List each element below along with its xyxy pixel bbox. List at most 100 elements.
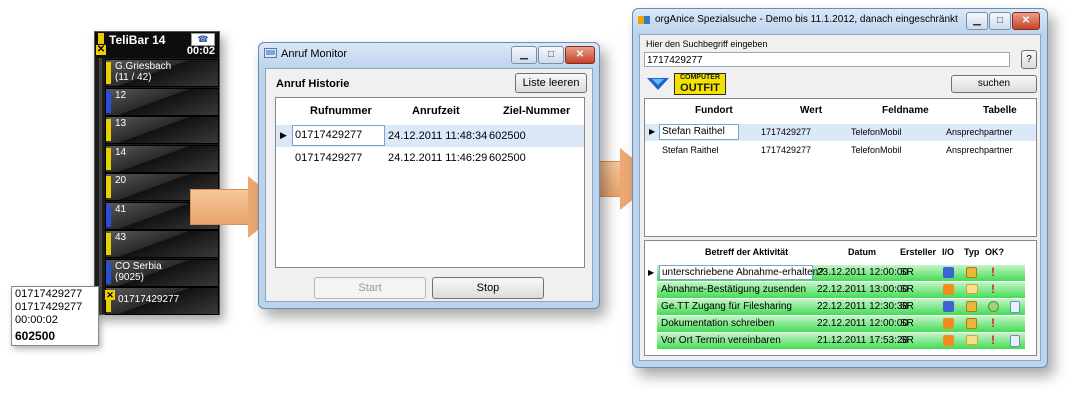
line-label: 12: [115, 89, 127, 101]
maximize-button[interactable]: □: [538, 46, 564, 64]
caller-info-popup: 01717429277 01717429277 00:00:02 602500: [11, 286, 99, 346]
close-button[interactable]: ✕: [1012, 12, 1040, 30]
window-title: Anruf Monitor: [281, 48, 348, 60]
stop-button[interactable]: Stop: [432, 277, 544, 299]
table-row[interactable]: ▶ Stefan Raithel 1717429277 TelefonMobil…: [645, 124, 1036, 141]
telibar-line-8[interactable]: 01717429277 ✕: [105, 287, 219, 315]
window-titlebar: orgAnice Spezialsuche - Demo bis 11.1.20…: [633, 9, 1047, 33]
datum-cell: 23.12.2011 12:00:00: [817, 267, 909, 278]
column-header[interactable]: Betreff der Aktivität: [705, 247, 788, 257]
column-header[interactable]: Feldname: [882, 105, 929, 116]
datum-cell: 22.12.2011 13:00:00: [817, 284, 909, 295]
betreff-cell: Dokumentation schreiben: [661, 318, 775, 329]
mail-type-icon: [966, 284, 978, 294]
logo-triangle-icon: [647, 78, 669, 90]
line-status-indicator: [106, 62, 111, 84]
ersteller-cell: SR: [900, 284, 914, 295]
column-header[interactable]: I/O: [942, 247, 954, 257]
table-row[interactable]: ▶ unterschriebene Abnahme-erhalten? 23.12.…: [648, 265, 1025, 282]
telibar-line-0[interactable]: G.Griesbach (11 / 42): [105, 59, 219, 87]
table-row[interactable]: 01717429277 24.12.2011 11:46:29 602500: [276, 147, 584, 169]
search-results-grid: Fundort Wert Feldname Tabelle ▶ Stefan R…: [644, 98, 1037, 237]
column-header[interactable]: Fundort: [695, 105, 733, 116]
incoming-arrow-icon: [943, 301, 954, 312]
telibar-panel: TeliBar 14 ☎ ✕ 00:02 G.Griesbach (11 / 42…: [94, 31, 220, 315]
computer-outfit-logo: COMPUTER OUTFIT: [674, 73, 726, 95]
close-icon[interactable]: ✕: [96, 45, 106, 55]
wert-cell: 1717429277: [761, 145, 812, 155]
fundort-cell: Stefan Raithel: [662, 145, 719, 155]
table-row[interactable]: Abnahme-Bestätigung zusenden 22.12.2011 1…: [657, 282, 1025, 299]
column-header[interactable]: Tabelle: [983, 105, 1017, 116]
table-row[interactable]: Stefan Raithel 1717429277 TelefonMobil A…: [645, 142, 1036, 159]
tabelle-cell: Ansprechpartner: [946, 145, 1013, 155]
hangup-icon[interactable]: ✕: [105, 290, 115, 300]
logo-line-1: COMPUTER: [679, 74, 721, 81]
popup-caller-number: 01717429277: [15, 288, 83, 300]
table-row[interactable]: Vor Ort Termin vereinbaren 21.12.2011 17:…: [657, 333, 1025, 350]
table-row[interactable]: Ge.TT Zugang für Filesharing 22.12.2011 1…: [657, 299, 1025, 316]
open-status-icon: [988, 282, 999, 296]
fundort-cell[interactable]: Stefan Raithel: [659, 124, 739, 140]
start-button[interactable]: Start: [314, 277, 426, 299]
telibar-line-6[interactable]: 43: [105, 230, 219, 258]
ersteller-cell: SR: [900, 301, 914, 312]
rufnummer-cell: 01717429277: [295, 152, 363, 164]
telibar-status-indicator: [98, 33, 104, 44]
window-titlebar: Anruf Monitor ▁ □ ✕: [259, 43, 599, 67]
datum-cell: 22.12.2011 12:30:38: [817, 301, 909, 312]
logo-line-2: OUTFIT: [680, 82, 720, 94]
outgoing-arrow-icon: [943, 318, 954, 329]
maximize-button[interactable]: □: [989, 12, 1011, 30]
column-header[interactable]: Typ: [964, 247, 979, 257]
open-status-icon: [988, 265, 999, 279]
done-check-icon: [988, 301, 999, 312]
search-input[interactable]: 1717429277: [644, 52, 1010, 67]
line-label: 20: [115, 175, 127, 186]
help-button[interactable]: ?: [1021, 50, 1037, 69]
column-header[interactable]: Rufnummer: [310, 105, 372, 117]
column-header[interactable]: Anrufzeit: [412, 105, 460, 117]
line-status-indicator: [106, 233, 111, 255]
betreff-cell[interactable]: unterschriebene Abnahme-erhalten?: [659, 265, 824, 280]
line-status-indicator: [106, 204, 111, 227]
window-app-icon: [264, 48, 277, 58]
window-title: orgAnice Spezialsuche - Demo bis 11.1.20…: [655, 14, 958, 25]
line-sublabel: (11 / 42): [115, 72, 152, 83]
close-button[interactable]: ✕: [565, 46, 595, 64]
outgoing-arrow-icon: [943, 284, 954, 295]
ersteller-cell: SR: [900, 318, 914, 329]
column-header[interactable]: Datum: [848, 247, 876, 257]
datum-cell: 22.12.2011 12:00:00: [817, 318, 909, 329]
table-row[interactable]: ▶ 01717429277 24.12.2011 11:48:34 602500: [276, 125, 584, 147]
search-button[interactable]: suchen: [951, 75, 1037, 93]
table-row[interactable]: Dokumentation schreiben 22.12.2011 12:00:…: [657, 316, 1025, 333]
column-header[interactable]: Ersteller: [900, 247, 936, 257]
telibar-line-1[interactable]: 12: [105, 87, 219, 116]
telibar-line-3[interactable]: 14: [105, 144, 219, 173]
rufnummer-cell[interactable]: 01717429277: [292, 125, 385, 146]
line-status-indicator: [106, 261, 111, 284]
search-prompt-label: Hier den Suchbegriff eingeben: [646, 39, 768, 49]
telibar-line-7[interactable]: CO Serbia (9025): [105, 258, 219, 287]
line-label: 01717429277: [118, 294, 180, 305]
open-status-icon: [988, 333, 999, 347]
line-status-indicator: [106, 147, 111, 170]
column-header[interactable]: Wert: [800, 105, 822, 116]
telibar-title: TeliBar 14: [109, 33, 166, 47]
minimize-button[interactable]: ▁: [966, 12, 988, 30]
column-header[interactable]: Ziel-Nummer: [503, 105, 570, 117]
popup-target-number: 602500: [15, 329, 56, 343]
mail-type-icon: [966, 335, 978, 345]
call-history-grid: Rufnummer Anrufzeit Ziel-Nummer ▶ 017174…: [275, 97, 585, 268]
window-client-area: Anruf Historie Liste leeren Rufnummer An…: [265, 68, 593, 302]
betreff-cell: Vor Ort Termin vereinbaren: [661, 335, 781, 346]
task-type-icon: [966, 318, 977, 329]
clear-list-button[interactable]: Liste leeren: [515, 73, 587, 93]
ziel-nummer-cell: 602500: [489, 152, 526, 164]
task-type-icon: [966, 301, 977, 312]
popup-duration: 00:00:02: [15, 314, 58, 326]
minimize-button[interactable]: ▁: [511, 46, 537, 64]
telibar-line-2[interactable]: 13: [105, 116, 219, 144]
column-header[interactable]: OK?: [985, 247, 1004, 257]
